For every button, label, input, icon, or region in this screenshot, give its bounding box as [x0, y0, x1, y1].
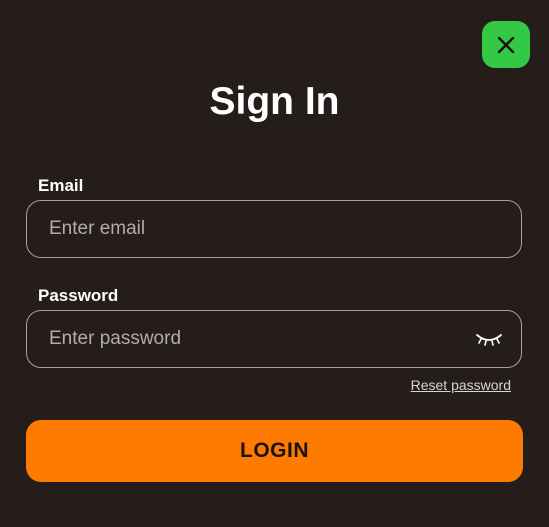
- password-field[interactable]: [26, 310, 522, 368]
- close-icon: [497, 36, 515, 53]
- email-input[interactable]: [49, 201, 469, 257]
- close-button[interactable]: [482, 21, 530, 68]
- password-visibility-toggle[interactable]: [475, 332, 503, 348]
- reset-password-link[interactable]: Reset password: [411, 377, 511, 394]
- email-field[interactable]: [26, 200, 522, 258]
- login-button[interactable]: LOGIN: [26, 420, 523, 482]
- eye-closed-icon: [476, 334, 502, 346]
- page-title: Sign In: [209, 80, 340, 123]
- password-label: Password: [38, 286, 119, 305]
- email-label: Email: [38, 176, 84, 195]
- sign-in-dialog: Sign In Email Password Reset password LO…: [0, 0, 549, 527]
- password-input[interactable]: [49, 311, 469, 367]
